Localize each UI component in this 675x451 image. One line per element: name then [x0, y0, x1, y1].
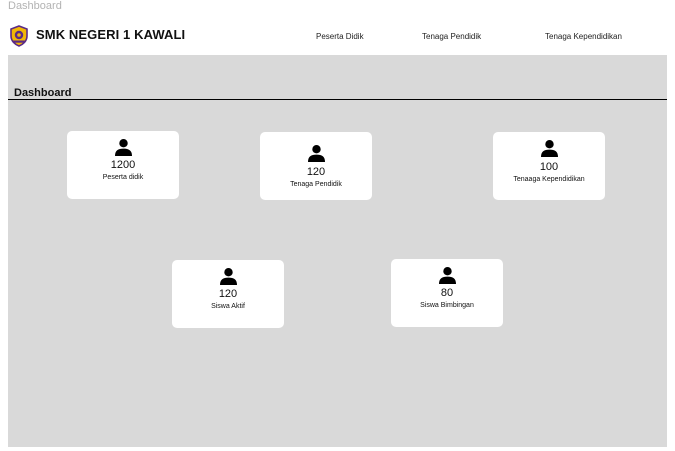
stat-count: 100	[539, 161, 559, 173]
user-icon	[541, 140, 558, 157]
frame-label: Dashboard	[8, 0, 62, 12]
user-icon	[439, 267, 456, 284]
stat-label: Siswa Aktif	[211, 303, 245, 310]
stat-label: Tenaga Pendidik	[290, 181, 342, 188]
user-icon	[308, 145, 325, 162]
user-icon	[220, 268, 237, 285]
heading-divider	[8, 99, 667, 100]
stat-card-peserta-didik[interactable]: 1200 Peserta didik	[67, 131, 179, 199]
dashboard-canvas: SMK NEGERI 1 KAWALI Peserta Didik Tenaga…	[8, 18, 667, 447]
nav-link-tenaga-pendidik[interactable]: Tenaga Pendidik	[422, 32, 481, 41]
school-logo-icon[interactable]	[9, 25, 29, 47]
page-title: Dashboard	[14, 87, 72, 99]
stat-card-tenaga-kependidikan[interactable]: 100 Tenaaga Kependidikan	[493, 132, 605, 200]
stat-card-siswa-aktif[interactable]: 120 Siswa Aktif	[172, 260, 284, 328]
nav-link-tenaga-kependidikan[interactable]: Tenaga Kependidikan	[545, 32, 622, 41]
stat-count: 80	[440, 287, 454, 299]
user-icon	[115, 139, 132, 156]
stat-count: 120	[218, 288, 238, 300]
stat-count: 1200	[110, 159, 136, 171]
stat-label: Tenaaga Kependidikan	[513, 176, 585, 183]
stat-label: Peserta didik	[102, 174, 144, 181]
school-name: SMK NEGERI 1 KAWALI	[36, 27, 186, 42]
stat-count: 120	[306, 166, 326, 178]
stat-card-tenaga-pendidik[interactable]: 120 Tenaga Pendidik	[260, 132, 372, 200]
nav-link-peserta-didik[interactable]: Peserta Didik	[316, 32, 364, 41]
stat-label: Siswa Bimbingan	[420, 302, 474, 309]
top-navbar: SMK NEGERI 1 KAWALI Peserta Didik Tenaga…	[8, 18, 667, 55]
stat-card-siswa-bimbingan[interactable]: 80 Siswa Bimbingan	[391, 259, 503, 327]
